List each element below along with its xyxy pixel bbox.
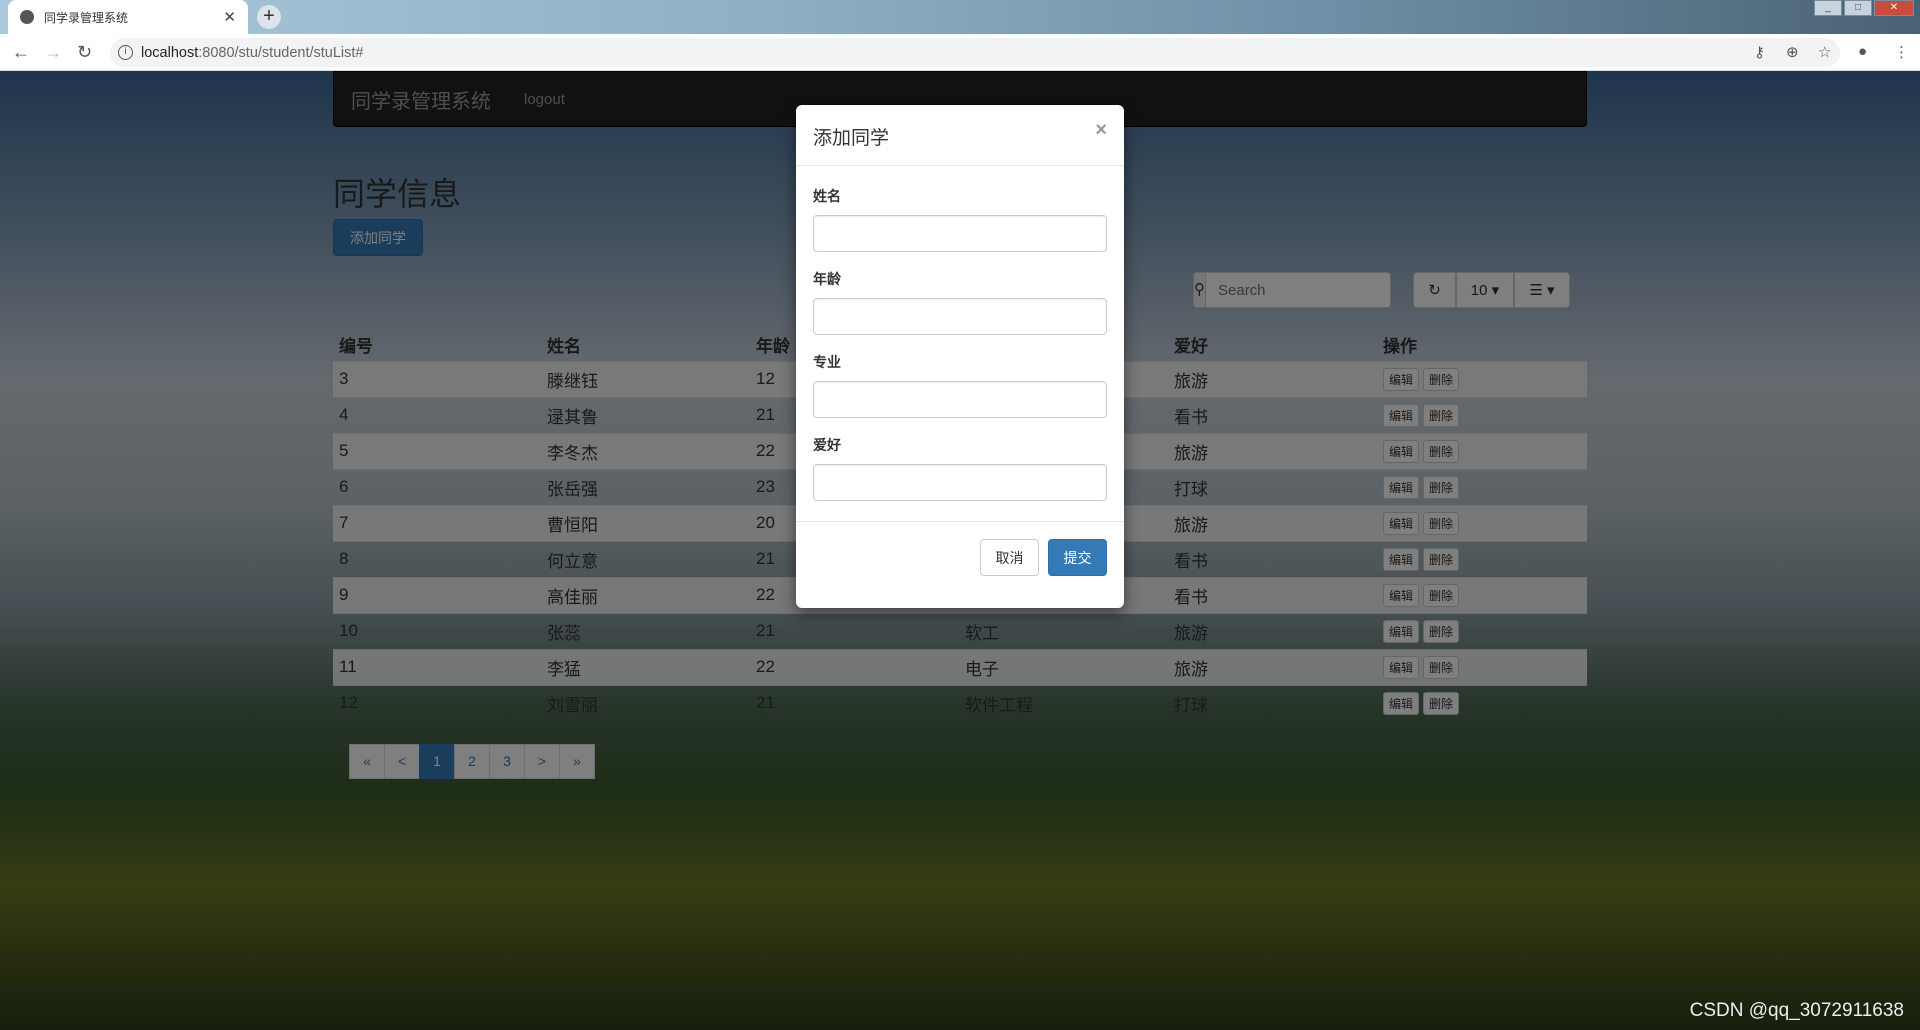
zoom-icon[interactable]: ⊕	[1786, 43, 1799, 61]
age-label: 年龄	[813, 271, 841, 287]
menu-icon[interactable]: ⋮	[1894, 43, 1909, 61]
minimize-button[interactable]: _	[1814, 0, 1842, 16]
major-label: 专业	[813, 354, 841, 370]
key-icon[interactable]: ⚷	[1754, 43, 1765, 61]
watermark: CSDN @qq_3072911638	[1689, 1000, 1904, 1021]
add-student-modal: 添加同学 × 姓名 年龄 专业 爱好 取消 提交	[796, 105, 1124, 608]
new-tab-button[interactable]: +	[257, 5, 281, 29]
name-field[interactable]	[813, 215, 1107, 252]
url-field[interactable]: i localhost:8080/stu/student/stuList#	[110, 38, 1840, 67]
window-controls: _ □ ✕	[1814, 0, 1914, 16]
maximize-button[interactable]: □	[1844, 0, 1872, 16]
name-label: 姓名	[813, 188, 841, 204]
close-icon[interactable]: ×	[1095, 119, 1107, 142]
close-tab-icon[interactable]: ✕	[223, 8, 236, 26]
star-icon[interactable]: ☆	[1818, 43, 1831, 61]
forward-icon[interactable]: →	[44, 42, 62, 63]
close-window-button[interactable]: ✕	[1874, 0, 1914, 16]
submit-button[interactable]: 提交	[1048, 539, 1107, 576]
tab-bar: 同学录管理系统 ✕ + _ □ ✕	[0, 0, 1920, 34]
hobby-field[interactable]	[813, 464, 1107, 501]
modal-title: 添加同学	[813, 128, 890, 149]
cancel-button[interactable]: 取消	[980, 539, 1039, 576]
info-icon[interactable]: i	[118, 45, 133, 60]
profile-icon[interactable]: ●	[1858, 43, 1867, 60]
browser-tab[interactable]: 同学录管理系统 ✕	[8, 0, 248, 34]
tab-title: 同学录管理系统	[44, 10, 129, 25]
address-bar-row: ← → ↻ i localhost:8080/stu/student/stuLis…	[0, 34, 1920, 71]
age-field[interactable]	[813, 298, 1107, 335]
globe-icon	[20, 10, 34, 24]
url-path: :8080/stu/student/stuList#	[198, 44, 364, 61]
major-field[interactable]	[813, 381, 1107, 418]
reload-icon[interactable]: ↻	[77, 42, 92, 63]
hobby-label: 爱好	[813, 437, 841, 453]
back-icon[interactable]: ←	[12, 42, 30, 63]
url-host: localhost	[141, 44, 199, 61]
